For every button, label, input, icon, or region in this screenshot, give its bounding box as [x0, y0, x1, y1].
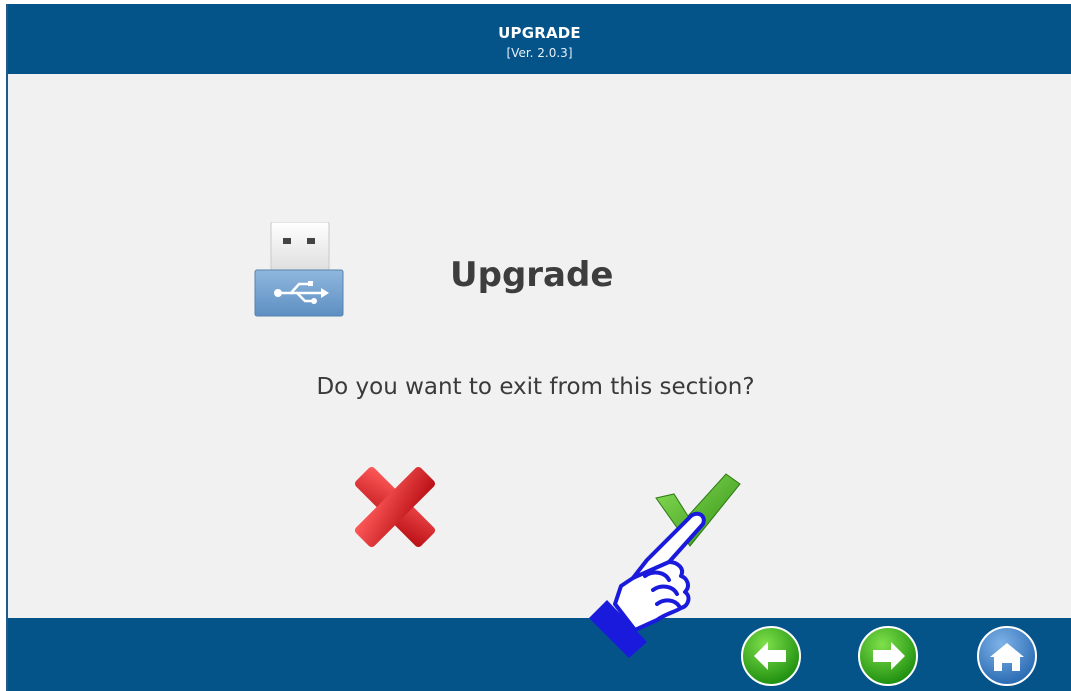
pointing-hand-icon — [585, 500, 715, 660]
back-button[interactable] — [740, 625, 802, 687]
home-button[interactable] — [976, 625, 1038, 687]
cancel-button[interactable] — [350, 460, 440, 555]
green-right-arrow-icon — [858, 626, 918, 686]
home-icon — [977, 626, 1037, 686]
version-label: [Ver. 2.0.3] — [506, 46, 573, 60]
window-frame: UPGRADE [Ver. 2.0.3] — [6, 4, 1071, 691]
forward-button[interactable] — [857, 625, 919, 687]
red-x-icon — [354, 466, 436, 548]
usb-drive-icon — [249, 221, 345, 318]
green-left-arrow-icon — [741, 626, 801, 686]
page-title: UPGRADE — [498, 24, 581, 42]
exit-confirmation-message: Do you want to exit from this section? — [316, 374, 755, 400]
dialog-title: Upgrade — [450, 255, 614, 295]
title-bar: UPGRADE [Ver. 2.0.3] — [8, 4, 1071, 74]
